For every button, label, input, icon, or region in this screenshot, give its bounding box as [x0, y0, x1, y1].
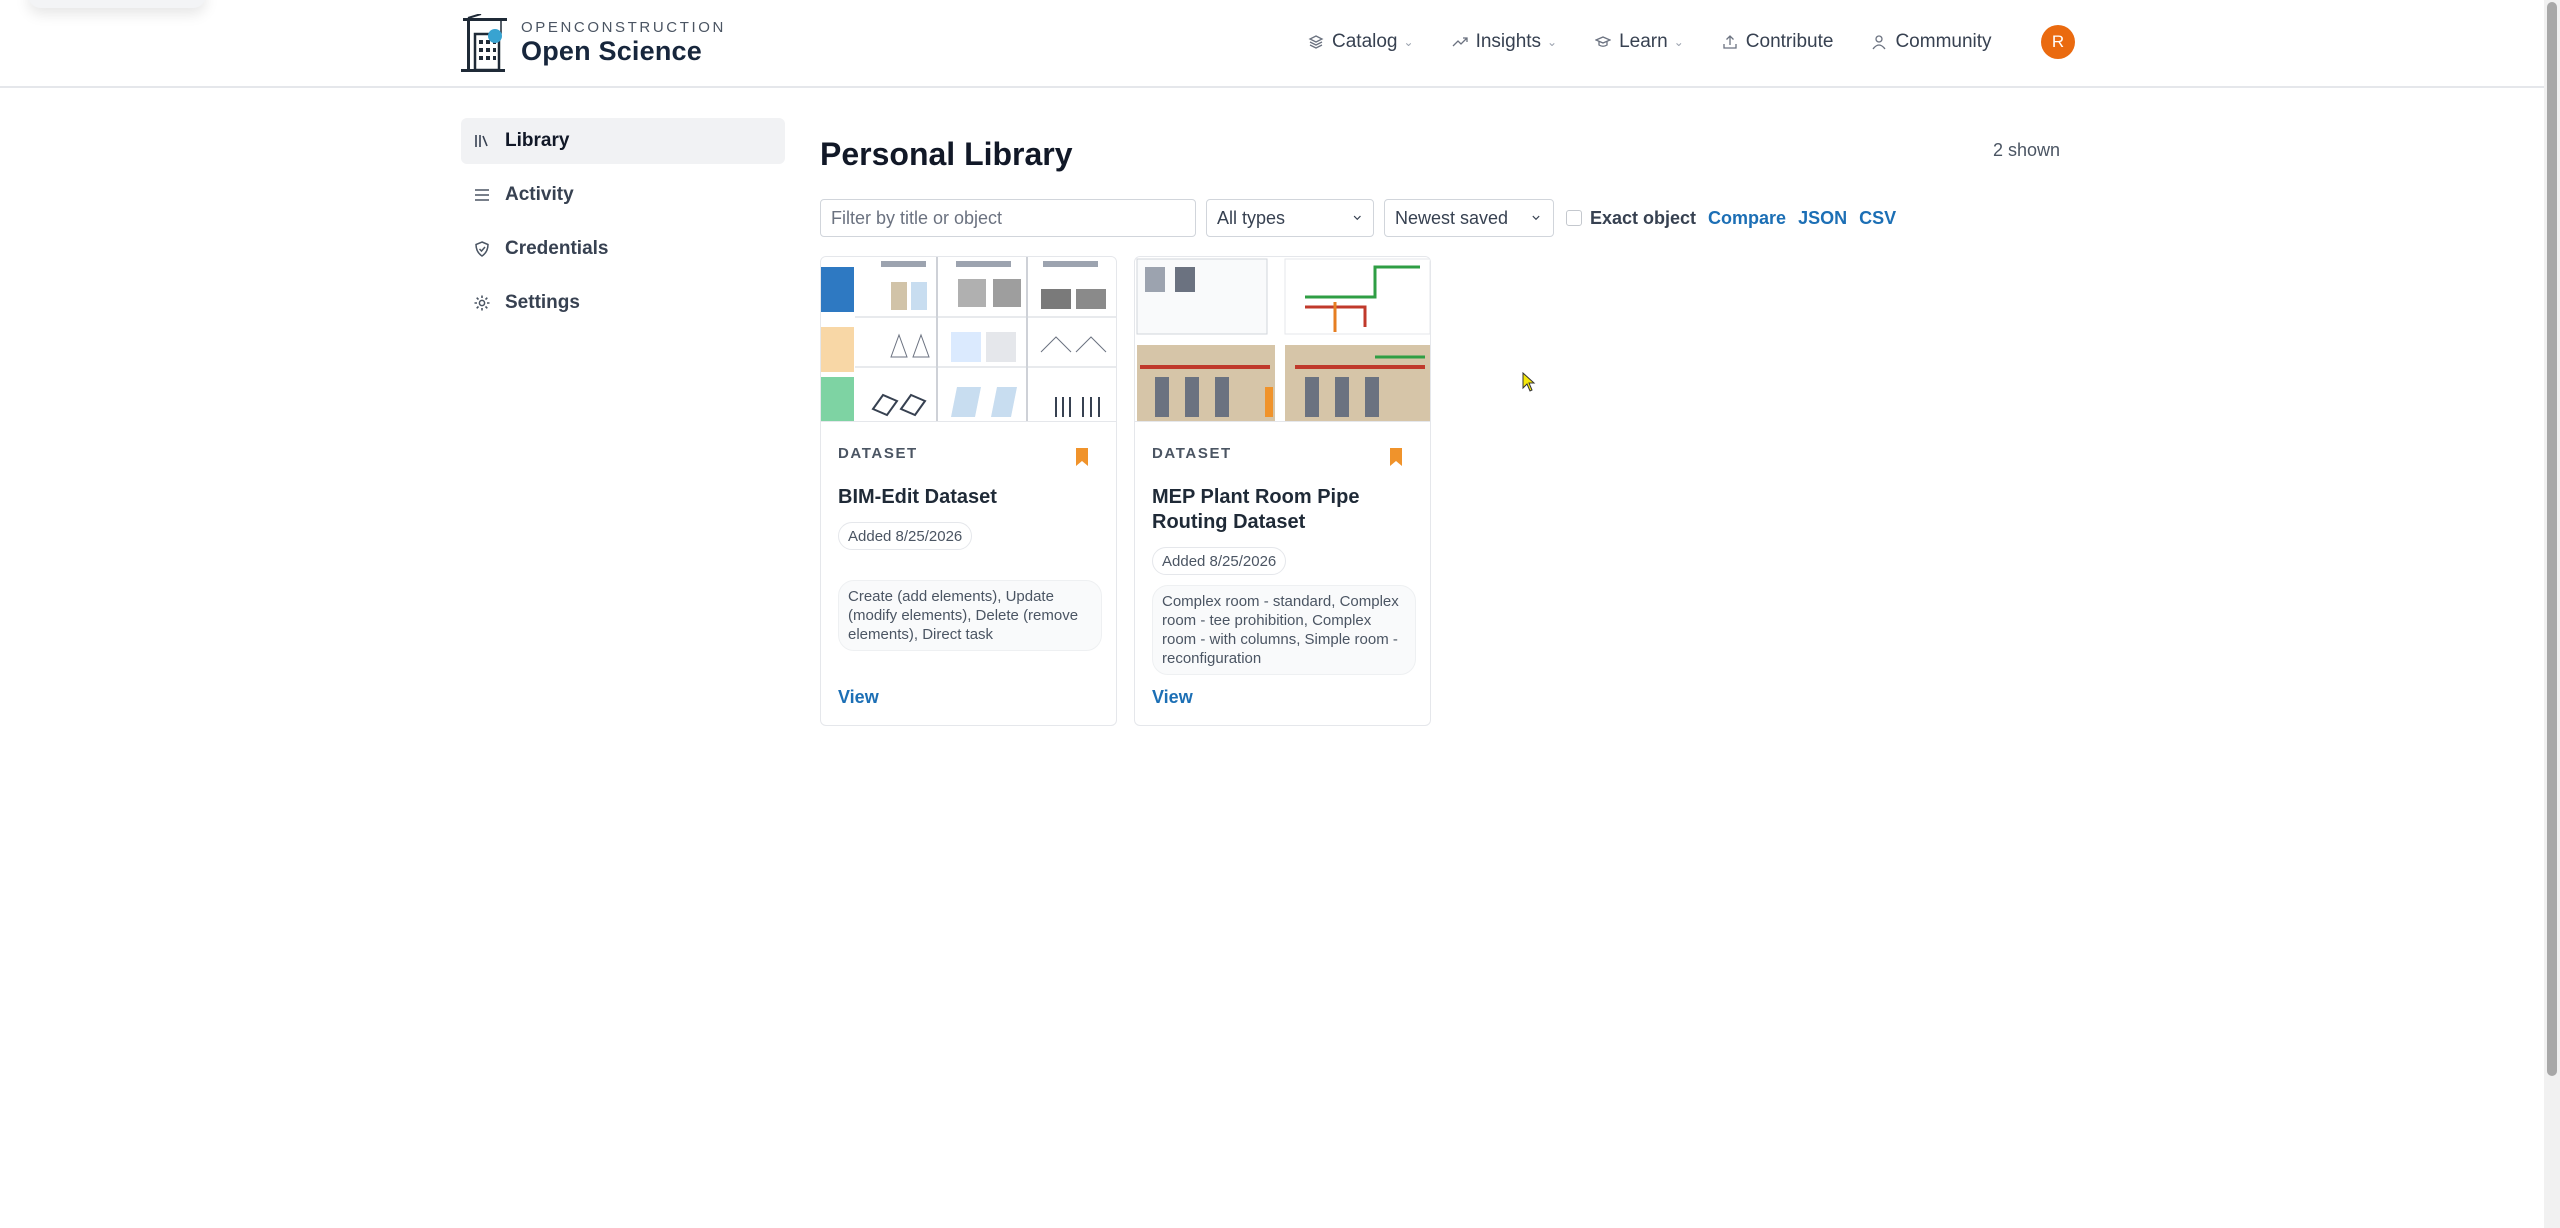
card-title[interactable]: BIM-Edit Dataset [838, 485, 1100, 510]
nav-label: Insights [1475, 31, 1542, 52]
nav-label: Catalog [1332, 31, 1398, 52]
added-date-badge: Added 8/25/2026 [838, 522, 973, 550]
top-header: OPENCONSTRUCTION Open Science Catalog ⌄ … [0, 0, 2544, 88]
sidebar-item-settings[interactable]: Settings [461, 280, 785, 326]
nav-contribute[interactable]: Contribute [1722, 26, 1834, 58]
type-select-value: All types [1217, 207, 1286, 228]
shield-icon [475, 241, 489, 257]
nav-label: Community [1895, 31, 1992, 52]
user-icon [1872, 35, 1886, 50]
account-sidebar: Library Activity Credentials Settings [461, 118, 785, 334]
scrollbar-thumb[interactable] [2547, 2, 2557, 1076]
card-thumbnail[interactable] [1135, 257, 1430, 422]
sort-select[interactable]: Newest saved [1384, 199, 1554, 237]
result-count: 2 shown [1992, 140, 2060, 160]
bim-edit-preview-image [821, 257, 1116, 421]
sidebar-item-label: Credentials [505, 238, 609, 259]
compare-link[interactable]: Compare [1708, 208, 1786, 229]
nav-learn[interactable]: Learn ⌄ [1595, 26, 1684, 58]
sidebar-item-library[interactable]: Library [461, 118, 785, 164]
exact-object-checkbox[interactable] [1566, 210, 1582, 226]
card-tags: Create (add elements), Update (modify el… [838, 580, 1102, 651]
nav-community[interactable]: Community [1871, 26, 1992, 58]
sidebar-item-label: Activity [505, 184, 574, 205]
brand-name: Open Science [521, 36, 702, 66]
nav-insights[interactable]: Insights ⌄ [1452, 26, 1558, 58]
card-tags: Complex room - standard, Complex room - … [1152, 585, 1416, 675]
sidebar-item-label: Library [505, 130, 570, 151]
trend-icon [1452, 37, 1468, 47]
view-link[interactable]: View [838, 687, 879, 708]
chevron-down-icon [1532, 215, 1540, 221]
library-toolbar: All types Newest saved Exact object Comp… [820, 199, 1896, 237]
main-nav: Catalog ⌄ Insights ⌄ Learn ⌄ Contribute … [1308, 26, 2030, 58]
nav-label: Contribute [1745, 31, 1834, 52]
card-type: DATASET [838, 445, 918, 462]
bookmark-icon[interactable] [1074, 447, 1090, 467]
page-title: Personal Library [820, 136, 1073, 172]
layers-icon [1308, 35, 1324, 49]
sidebar-item-credentials[interactable]: Credentials [461, 226, 785, 272]
exact-object-label[interactable]: Exact object [1590, 208, 1696, 229]
gear-icon [474, 295, 490, 311]
mouse-cursor-icon [1522, 372, 1536, 392]
sidebar-item-activity[interactable]: Activity [461, 172, 785, 218]
floating-pill [28, 0, 206, 8]
graduation-cap-icon [1595, 36, 1612, 47]
list-icon [475, 189, 489, 201]
export-csv-link[interactable]: CSV [1859, 208, 1896, 229]
library-icon [475, 135, 488, 147]
added-date-badge: Added 8/25/2026 [1152, 547, 1287, 575]
upload-icon [1723, 35, 1737, 49]
card-type: DATASET [1152, 445, 1232, 462]
bookmark-icon[interactable] [1388, 447, 1404, 467]
type-select[interactable]: All types [1206, 199, 1374, 237]
nav-catalog[interactable]: Catalog ⌄ [1308, 26, 1414, 58]
user-avatar[interactable]: R [2041, 25, 2075, 59]
library-card: DATASET BIM-Edit Dataset Added 8/25/2026… [820, 256, 1117, 726]
mep-pipe-routing-preview-image [1135, 257, 1430, 421]
nav-label: Learn [1619, 31, 1668, 52]
card-thumbnail[interactable] [821, 257, 1116, 422]
chevron-down-icon: ⌄ [1403, 35, 1414, 49]
chevron-down-icon [1353, 215, 1361, 221]
chevron-down-icon: ⌄ [1673, 35, 1684, 49]
sidebar-item-label: Settings [505, 292, 580, 313]
library-card: DATASET MEP Plant Room Pipe Routing Data… [1134, 256, 1431, 726]
brand-kicker: OPENCONSTRUCTION [521, 19, 726, 36]
crane-building-logo-icon [461, 14, 507, 72]
filter-input[interactable] [820, 199, 1196, 237]
view-link[interactable]: View [1152, 687, 1193, 708]
export-json-link[interactable]: JSON [1798, 208, 1847, 229]
chevron-down-icon: ⌄ [1547, 35, 1558, 49]
sort-select-value: Newest saved [1395, 207, 1509, 228]
site-logo[interactable]: OPENCONSTRUCTION Open Science [459, 14, 726, 72]
card-title[interactable]: MEP Plant Room Pipe Routing Dataset [1152, 485, 1414, 535]
